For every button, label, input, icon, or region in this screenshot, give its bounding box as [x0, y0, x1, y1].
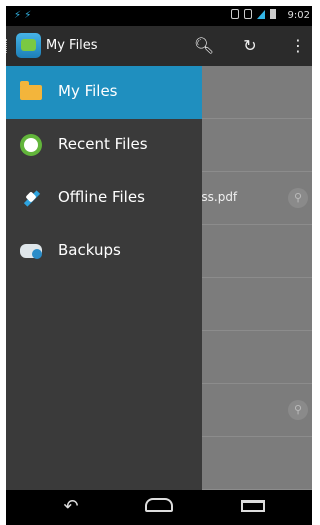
drawer-item-label: My Files	[58, 82, 118, 100]
app-folder-icon[interactable]	[16, 33, 41, 58]
back-icon[interactable]: ↶	[56, 498, 86, 516]
file-row[interactable]	[202, 66, 312, 119]
drawer-item-backups[interactable]: Backups	[6, 225, 202, 278]
drawer-item-my-files[interactable]: My Files	[6, 66, 202, 119]
navigation-drawer: My Files Recent Files Offline Files Back…	[6, 66, 202, 490]
drawer-item-offline-files[interactable]: Offline Files	[6, 172, 202, 225]
file-row[interactable]: d⚲	[194, 384, 312, 437]
folder-icon	[20, 81, 42, 100]
app-title[interactable]: My Files	[46, 38, 98, 53]
status-system-icons	[231, 9, 276, 19]
system-nav-bar: ↶	[6, 490, 312, 525]
status-time: 9:02	[287, 10, 310, 21]
bluetooth-icon	[231, 9, 239, 19]
battery-icon	[270, 9, 276, 19]
overflow-menu-icon[interactable]: ⋮	[286, 34, 310, 58]
drawer-item-label: Offline Files	[58, 188, 145, 206]
drawer-item-recent-files[interactable]: Recent Files	[6, 119, 202, 172]
alarm-icon	[244, 9, 252, 19]
clock-icon	[20, 134, 42, 156]
file-row[interactable]	[202, 225, 312, 278]
file-row[interactable]: ess.pdf ⚲	[194, 172, 312, 225]
status-notification-icons: ⚡ ⚡	[14, 10, 32, 21]
backup-cloud-icon	[20, 244, 42, 259]
offline-pin-icon	[20, 187, 42, 209]
drawer-item-label: Recent Files	[58, 135, 148, 153]
status-bar: ⚡ ⚡ 9:02	[6, 6, 312, 26]
action-bar: My Files 🔍︎ ↻ ⋮	[6, 26, 312, 66]
refresh-icon[interactable]: ↻	[238, 34, 262, 58]
recent-apps-icon[interactable]	[238, 498, 268, 516]
file-row[interactable]	[202, 331, 312, 384]
signal-icon	[257, 9, 265, 19]
file-row[interactable]	[202, 437, 312, 490]
drawer-toggle-indicator[interactable]	[6, 39, 9, 53]
pin-icon[interactable]: ⚲	[288, 400, 308, 420]
pin-icon[interactable]: ⚲	[288, 188, 308, 208]
drawer-item-label: Backups	[58, 241, 121, 259]
phone-screen: ⚡ ⚡ 9:02 My Files 🔍︎ ↻ ⋮ ess.pdf⚲ d⚲ My F…	[0, 0, 312, 525]
home-icon[interactable]	[144, 498, 174, 516]
search-icon[interactable]: 🔍︎	[192, 34, 216, 58]
file-row[interactable]	[202, 119, 312, 172]
file-row[interactable]	[202, 278, 312, 331]
